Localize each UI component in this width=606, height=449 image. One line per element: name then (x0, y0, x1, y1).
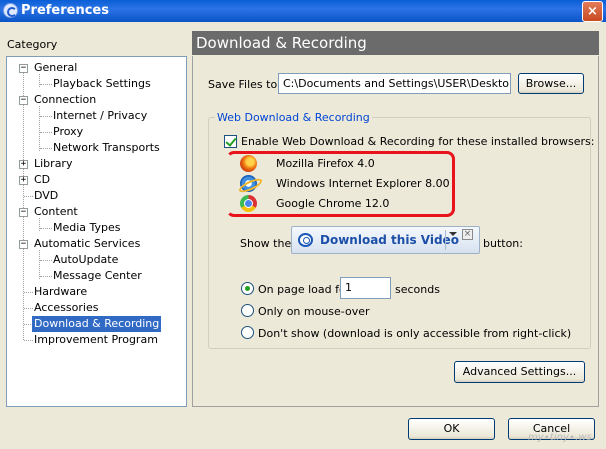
browse-button[interactable]: Browse... (518, 73, 584, 94)
tree-item-hardware[interactable]: Hardware (34, 284, 87, 300)
title-bar: Preferences × (0, 0, 606, 22)
tree-item-dvd[interactable]: DVD (34, 188, 58, 204)
app-logo-icon (3, 3, 18, 18)
tree-item-playback-settings[interactable]: Playback Settings (53, 76, 151, 92)
tree-item-autoupdate[interactable]: AutoUpdate (53, 252, 118, 268)
tree-item-proxy[interactable]: Proxy (53, 124, 83, 140)
group-title: Web Download & Recording (215, 111, 372, 124)
dropdown-arrow-icon[interactable] (449, 232, 457, 236)
enable-web-download-label: Enable Web Download & Recording for thes… (241, 135, 595, 148)
watermark-logo: my∙tiny∙.ws (528, 432, 592, 443)
seconds-label: seconds (395, 283, 440, 296)
download-video-preview: Download this Video × (291, 226, 480, 254)
tree-item-connection[interactable]: Connection (34, 92, 96, 108)
radio-dont-show[interactable] (241, 326, 254, 339)
radio-mouse-over[interactable] (241, 304, 254, 317)
tree-item-automatic-services[interactable]: Automatic Services (34, 236, 140, 252)
tree-item-network-transports[interactable]: Network Transports (53, 140, 160, 156)
ok-button[interactable]: OK (408, 418, 495, 440)
on-page-load-label: On page load for (258, 283, 351, 296)
tree-item-general[interactable]: General (34, 60, 77, 76)
close-icon[interactable]: × (462, 229, 473, 240)
close-button[interactable]: × (582, 1, 603, 22)
separator (445, 230, 446, 250)
tree-item-media-types[interactable]: Media Types (53, 220, 121, 236)
collapse-connection-icon[interactable]: − (19, 96, 28, 105)
button-suffix-label: button: (483, 237, 523, 250)
show-the-label: Show the (240, 237, 292, 250)
radio-on-page-load[interactable] (241, 282, 254, 295)
mouse-over-label: Only on mouse-over (258, 305, 370, 318)
advanced-settings-button[interactable]: Advanced Settings... (454, 361, 585, 383)
download-this-video-button[interactable]: Download this Video (292, 227, 459, 253)
expand-cd-icon[interactable]: + (19, 176, 28, 185)
save-path-field[interactable]: C:\Documents and Settings\USER\Desktop (278, 73, 511, 94)
enable-web-download-checkbox[interactable] (224, 135, 237, 148)
collapse-general-icon[interactable]: − (19, 64, 28, 73)
tree-item-accessories[interactable]: Accessories (34, 300, 98, 316)
dont-show-label: Don't show (download is only accessible … (258, 327, 572, 340)
tree-item-internet-privacy[interactable]: Internet / Privacy (53, 108, 147, 124)
collapse-automatic-services-icon[interactable]: − (19, 240, 28, 249)
seconds-field[interactable]: 1 (340, 277, 391, 299)
red-highlight-annotation (226, 151, 455, 217)
collapse-content-icon[interactable]: − (19, 208, 28, 217)
tree-item-content[interactable]: Content (34, 204, 78, 220)
category-tree: − General Playback Settings − Connection… (6, 56, 187, 407)
save-files-label: Save Files to: (208, 78, 281, 91)
download-this-video-label: Download this Video (320, 233, 459, 247)
tree-item-improvement-program[interactable]: Improvement Program (34, 332, 158, 348)
tree-item-message-center[interactable]: Message Center (53, 268, 142, 284)
tree-item-library[interactable]: Library (34, 156, 72, 172)
tree-item-download-recording[interactable]: Download & Recording (32, 316, 162, 332)
panel-title: Download & Recording (192, 31, 599, 55)
download-logo-icon (298, 233, 313, 247)
window-title: Preferences (21, 3, 109, 18)
category-label: Category (7, 38, 58, 51)
expand-library-icon[interactable]: + (19, 160, 28, 169)
tree-item-cd[interactable]: CD (34, 172, 50, 188)
